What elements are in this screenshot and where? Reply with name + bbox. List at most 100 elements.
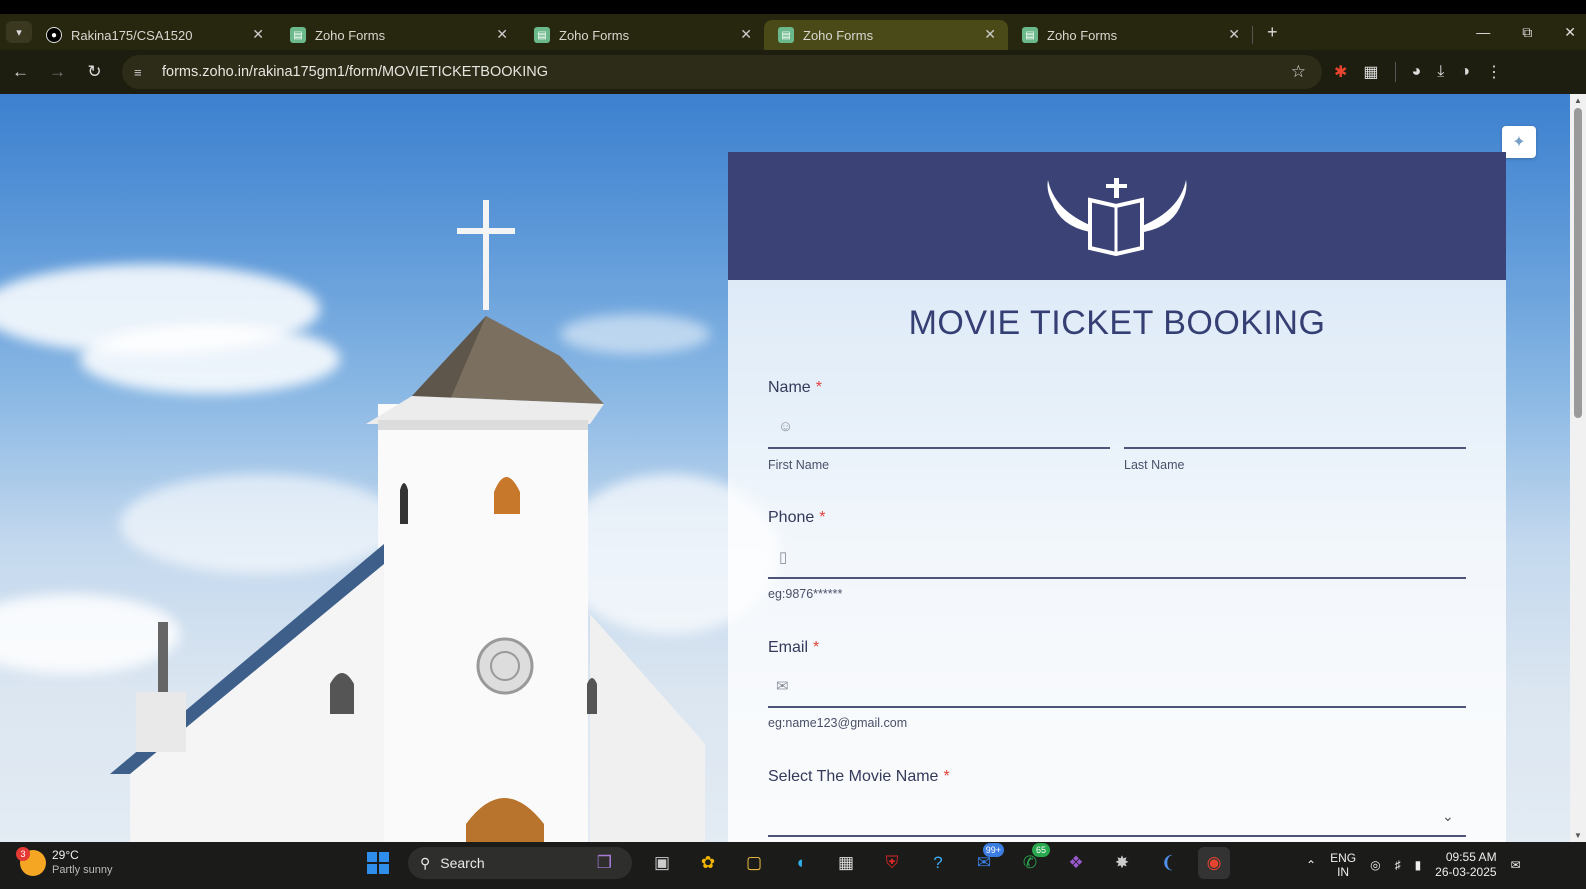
tab-zoho-forms-1[interactable]: ▤ Zoho Forms ✕ xyxy=(276,20,520,50)
mcafee-icon[interactable]: ⛨ xyxy=(876,847,908,879)
first-name-sublabel: First Name xyxy=(768,458,830,472)
close-icon[interactable]: ✕ xyxy=(252,26,264,43)
lang-top: ENG xyxy=(1330,851,1357,865)
taskbar-search[interactable]: ⚲ Search ❒ xyxy=(408,847,632,879)
forward-icon[interactable]: → xyxy=(39,62,76,82)
help-icon[interactable]: ? xyxy=(922,847,954,879)
chevron-down-icon[interactable]: ⌄ xyxy=(1442,808,1454,825)
weather-widget[interactable]: 3 29°C Partly sunny xyxy=(16,847,113,878)
menu-icon[interactable]: ⋮ xyxy=(1486,62,1502,82)
tab-github[interactable]: ● Rakina175/CSA1520 ✕ xyxy=(32,20,276,50)
tab-title: Rakina175/CSA1520 xyxy=(71,27,193,43)
required-marker: * xyxy=(815,379,822,396)
tab-search-button[interactable]: ▾ xyxy=(6,21,32,43)
battery-icon[interactable]: ▮ xyxy=(1415,858,1422,872)
phone-hint: eg:9876****** xyxy=(768,587,843,601)
clock[interactable]: 09:55 AM 26-03-2025 xyxy=(1435,850,1496,880)
close-icon[interactable]: ✕ xyxy=(1228,26,1240,43)
phone-icon: ▯ xyxy=(779,549,788,566)
outlook-badge: 99+ xyxy=(982,843,1004,857)
new-tab-button[interactable]: + xyxy=(1267,22,1278,43)
zoho-forms-icon: ▤ xyxy=(778,27,794,43)
performance-icon[interactable]: ◕ xyxy=(1412,63,1422,81)
minimize-icon[interactable]: — xyxy=(1476,24,1490,40)
wifi-icon[interactable]: ◎ xyxy=(1370,858,1380,872)
chatgpt-icon[interactable]: ✸ xyxy=(1106,847,1138,879)
download-icon[interactable]: ⤓ xyxy=(1437,63,1444,81)
language-indicator[interactable]: ENG IN xyxy=(1330,851,1356,879)
url-text[interactable]: forms.zoho.in/rakina175gm1/form/MOVIETIC… xyxy=(162,64,548,80)
clock-time: 09:55 AM xyxy=(1445,850,1497,864)
vscode-icon[interactable]: ❨ xyxy=(1152,847,1184,879)
edge-icon[interactable]: ◖ xyxy=(784,847,816,879)
last-name-sublabel: Last Name xyxy=(1124,458,1185,472)
chrome-icon[interactable]: ◉ xyxy=(1198,847,1230,879)
whatsapp-badge: 65 xyxy=(1032,843,1050,857)
tab-zoho-forms-4[interactable]: ▤ Zoho Forms ✕ xyxy=(1008,20,1252,50)
profile-icon[interactable]: ◑ xyxy=(1460,63,1470,81)
weather-text: 29°C Partly sunny xyxy=(52,848,113,878)
first-name-input[interactable] xyxy=(768,447,1110,449)
extension-icon[interactable]: ✱ xyxy=(1334,62,1347,82)
movie-label: Select The Movie Name * xyxy=(768,768,950,786)
scroll-down-icon[interactable]: ▼ xyxy=(1574,831,1582,840)
tab-title: Zoho Forms xyxy=(803,27,874,43)
email-input[interactable] xyxy=(768,706,1466,708)
church-illustration xyxy=(110,200,705,842)
file-explorer-icon[interactable]: ▢ xyxy=(738,847,770,879)
email-hint: eg:name123@gmail.com xyxy=(768,716,908,730)
tab-title: Zoho Forms xyxy=(559,27,630,43)
windows-start-icon[interactable] xyxy=(362,847,394,879)
zoho-forms-icon: ▤ xyxy=(534,27,550,43)
phone-label: Phone * xyxy=(768,509,826,527)
outlook-icon[interactable]: ✉ 99+ xyxy=(968,843,1004,879)
extensions-area: ✱ ▦ ◕ ⤓ ◑ ⋮ xyxy=(1334,50,1502,94)
toolbar: ← → ↻ ≡ forms.zoho.in/rakina175gm1/form/… xyxy=(0,50,1586,94)
form-header xyxy=(728,152,1506,280)
tab-bar: ▾ ● Rakina175/CSA1520 ✕ ▤ Zoho Forms ✕ ▤… xyxy=(0,14,1586,50)
name-label-text: Name xyxy=(768,379,811,396)
tab-separator xyxy=(1252,26,1253,44)
form-card: MOVIE TICKET BOOKING Name * ☺ First Name … xyxy=(728,152,1506,842)
site-info-icon[interactable]: ≡ xyxy=(134,65,158,80)
close-window-icon[interactable]: ✕ xyxy=(1564,24,1576,41)
tab-zoho-forms-active[interactable]: ▤ Zoho Forms ✕ xyxy=(764,20,1008,50)
tab-zoho-forms-2[interactable]: ▤ Zoho Forms ✕ xyxy=(520,20,764,50)
search-label: Search xyxy=(440,855,485,871)
weather-badge: 3 xyxy=(16,847,30,861)
zoho-forms-icon: ▤ xyxy=(1022,27,1038,43)
tab-title: Zoho Forms xyxy=(1047,27,1118,43)
chevron-up-icon[interactable]: ⌃ xyxy=(1306,858,1316,872)
notification-icon[interactable]: ✉ xyxy=(1511,858,1521,872)
email-label: Email * xyxy=(768,639,819,657)
photos-icon[interactable]: ✿ xyxy=(692,847,724,879)
weather-icon: 3 xyxy=(16,847,46,876)
reload-icon[interactable]: ↻ xyxy=(76,62,113,82)
bookmark-star-icon[interactable]: ☆ xyxy=(1291,62,1306,82)
close-icon[interactable]: ✕ xyxy=(984,26,996,43)
page-scrollbar[interactable]: ▲ ▼ xyxy=(1570,94,1586,842)
whatsapp-icon[interactable]: ✆ 65 xyxy=(1014,843,1050,879)
awareness-ribbon-icon: ❒ xyxy=(596,853,612,872)
phone-input[interactable] xyxy=(768,577,1466,579)
pin-icon[interactable]: ✦ xyxy=(1502,126,1536,158)
volume-icon[interactable]: ♯ xyxy=(1395,858,1401,872)
address-bar[interactable]: ≡ forms.zoho.in/rakina175gm1/form/MOVIET… xyxy=(122,55,1322,89)
back-icon[interactable]: ← xyxy=(2,62,39,82)
required-marker: * xyxy=(819,509,826,526)
movie-select[interactable] xyxy=(768,835,1466,837)
close-icon[interactable]: ✕ xyxy=(496,26,508,43)
store-icon[interactable]: ▦ xyxy=(830,847,862,879)
scrollbar-thumb[interactable] xyxy=(1574,108,1582,418)
puzzle-icon[interactable]: ▦ xyxy=(1363,62,1378,82)
scroll-up-icon[interactable]: ▲ xyxy=(1574,96,1582,105)
last-name-input[interactable] xyxy=(1124,447,1466,449)
weather-temp: 29°C xyxy=(52,848,79,862)
weather-condition: Partly sunny xyxy=(52,864,113,876)
copilot-icon[interactable]: ❖ xyxy=(1060,847,1092,879)
task-view-icon[interactable]: ▣ xyxy=(646,847,678,879)
form-title: MOVIE TICKET BOOKING xyxy=(908,304,1326,342)
close-icon[interactable]: ✕ xyxy=(740,26,752,43)
restore-icon[interactable]: ⧉ xyxy=(1522,24,1532,41)
name-label: Name * xyxy=(768,379,822,397)
